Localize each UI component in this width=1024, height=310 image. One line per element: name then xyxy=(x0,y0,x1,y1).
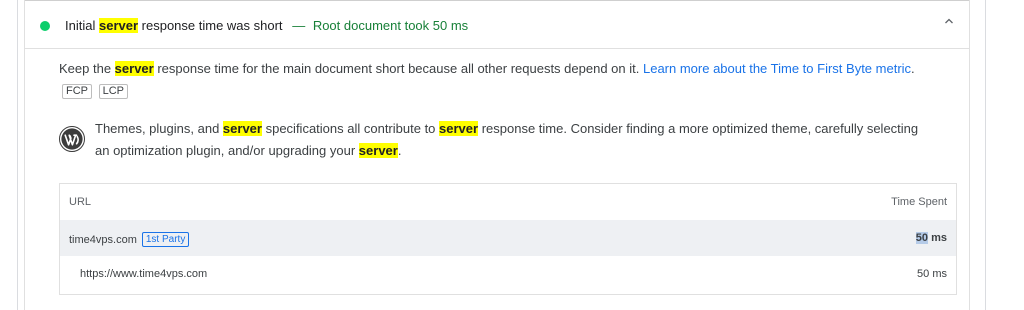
audit-display-value: Root document took 50 ms xyxy=(312,18,469,33)
pass-status-icon xyxy=(40,21,50,31)
first-party-badge: 1st Party xyxy=(141,232,190,247)
stack-text-part: response time. Consider finding a more o… xyxy=(95,121,919,158)
left-divider xyxy=(17,0,18,310)
audit-title: Initial server response time was short —… xyxy=(65,18,468,34)
audit-description: Keep the server response time for the ma… xyxy=(59,58,939,102)
search-highlight: server xyxy=(114,61,154,76)
entity-name: time4vps.com xyxy=(69,234,137,246)
audit-title-prefix: Initial xyxy=(65,18,96,33)
column-header-time-spent: Time Spent xyxy=(891,196,947,208)
audit-header[interactable]: Initial server response time was short —… xyxy=(25,0,969,49)
time-value: 50 xyxy=(915,232,929,244)
desc-text-after: response time for the main document shor… xyxy=(157,61,640,76)
search-highlight: server xyxy=(222,121,262,136)
time-cell: 50 ms xyxy=(917,268,947,280)
search-highlight: server xyxy=(98,18,139,33)
search-highlight: server xyxy=(439,121,479,136)
metric-tag-fcp[interactable]: FCP xyxy=(62,84,92,99)
metric-tag-lcp: LCP xyxy=(98,84,129,99)
table-row-entity: time4vps.com 1st Party 50 ms xyxy=(60,220,956,256)
chevron-up-icon[interactable] xyxy=(943,15,955,27)
time-unit: ms xyxy=(931,232,947,244)
column-header-url: URL xyxy=(69,196,92,208)
table-row: https://www.time4vps.com 50 ms xyxy=(60,256,956,292)
learn-more-link[interactable]: Learn more about the Time to First Byte … xyxy=(643,61,911,76)
audit-panel: Initial server response time was short —… xyxy=(24,0,970,310)
table-header: URL Time Spent xyxy=(60,184,956,220)
entity-cell: time4vps.com 1st Party xyxy=(69,232,190,247)
desc-text-before: Keep the xyxy=(59,61,112,76)
desc-period: . xyxy=(911,61,915,76)
title-separator: — xyxy=(292,18,306,33)
url-cell: https://www.time4vps.com xyxy=(80,268,208,280)
stack-text-part: specifications all contribute to xyxy=(265,121,436,136)
stack-pack-text: Themes, plugins, and server specificatio… xyxy=(95,118,935,162)
details-table: URL Time Spent time4vps.com 1st Party 50 … xyxy=(59,183,957,295)
right-divider xyxy=(985,0,986,310)
stack-text-part: Themes, plugins, and xyxy=(95,121,220,136)
stack-text-part: . xyxy=(397,143,402,158)
wordpress-icon xyxy=(59,126,85,152)
audit-title-suffix: response time was short xyxy=(141,18,283,33)
search-highlight: server xyxy=(358,143,398,158)
entity-time-cell: 50 ms xyxy=(915,232,947,244)
